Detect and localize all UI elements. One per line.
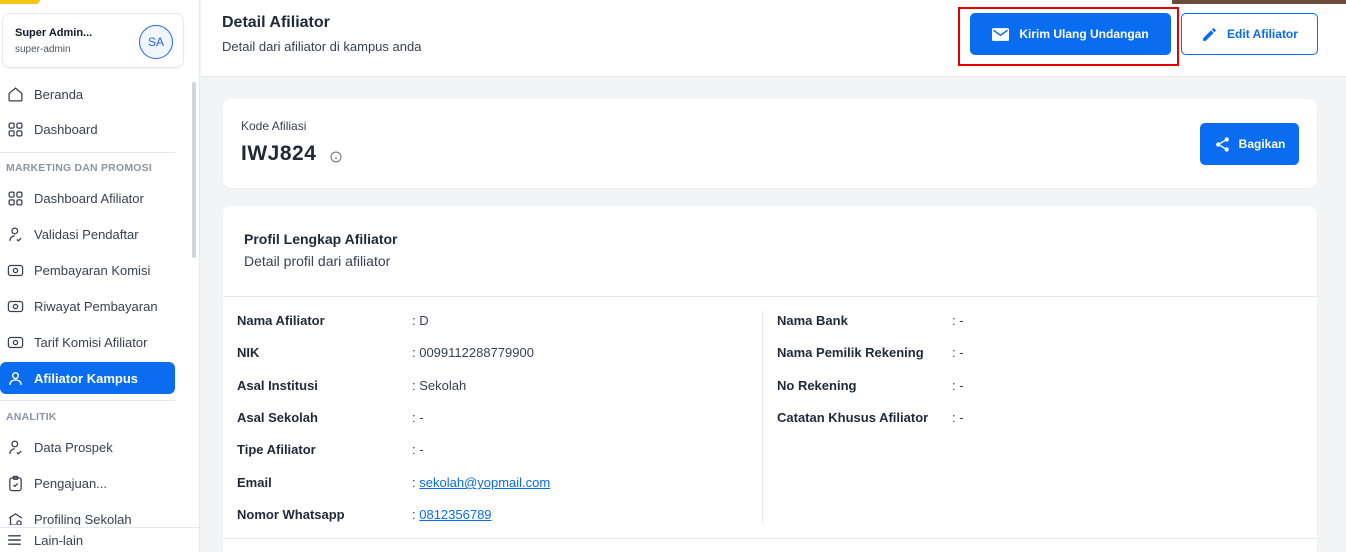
field-value-nama-afiliator: : D xyxy=(412,313,429,328)
info-icon[interactable] xyxy=(330,150,342,168)
field-label-tipe-afiliator: Tipe Afiliator xyxy=(237,442,316,457)
user-check-icon xyxy=(6,225,24,243)
sidebar-nav: Beranda Dashboard MARKETING DAN PROMOSI … xyxy=(0,78,199,525)
section-title-analitik: ANALITIK xyxy=(6,411,57,423)
share-button[interactable]: Bagikan xyxy=(1200,123,1299,165)
affiliate-code-label: Kode Afiliasi xyxy=(241,119,307,133)
field-label-nama-pemilik-rekening: Nama Pemilik Rekening xyxy=(777,345,924,360)
home-icon xyxy=(6,85,24,103)
highlight-box xyxy=(958,7,1179,66)
sidebar-item-label: Dashboard Afiliator xyxy=(34,190,144,206)
menu-icon xyxy=(6,533,24,547)
sidebar-item-dashboard[interactable]: Dashboard xyxy=(0,113,175,145)
field-label-nik: NIK xyxy=(237,345,260,360)
grid-icon xyxy=(6,189,24,207)
field-value-email: : sekolah@yopmail.com xyxy=(412,475,551,490)
sidebar-item-pengajuan[interactable]: Pengajuan... xyxy=(0,467,175,499)
sidebar-item-lain-lain[interactable]: Lain-lain xyxy=(0,527,199,552)
sidebar-item-profiling-sekolah[interactable]: Profiling Sekolah xyxy=(0,503,175,525)
sidebar-item-validasi-pendaftar[interactable]: Validasi Pendaftar xyxy=(0,218,175,250)
user-role: super-admin xyxy=(15,44,71,55)
school-search-icon xyxy=(6,510,24,525)
money-icon xyxy=(6,261,24,279)
sidebar-item-riwayat-pembayaran[interactable]: Riwayat Pembayaran xyxy=(0,290,175,322)
sidebar-item-label: Beranda xyxy=(34,86,84,102)
field-value-nama-pemilik-rekening: : - xyxy=(952,345,964,360)
field-label-nama-afiliator: Nama Afiliator xyxy=(237,313,325,328)
divider xyxy=(0,152,175,153)
field-label-no-rekening: No Rekening xyxy=(777,378,857,393)
sidebar-item-beranda[interactable]: Beranda xyxy=(0,78,175,110)
field-value-no-rekening: : - xyxy=(952,378,964,393)
field-label-nomor-whatsapp: Nomor Whatsapp xyxy=(237,507,345,522)
corner-image xyxy=(1172,0,1346,4)
affiliate-code-card: Kode Afiliasi IWJ824 xyxy=(223,99,1317,188)
sidebar-item-label: Riwayat Pembayaran xyxy=(34,298,158,314)
sidebar-item-label: Tarif Komisi Afiliator xyxy=(34,334,148,350)
pencil-icon xyxy=(1201,26,1218,43)
sidebar-item-label: Pembayaran Komisi xyxy=(34,262,151,278)
sidebar-item-label: Pengajuan... xyxy=(34,475,108,491)
field-label-catatan-khusus: Catatan Khusus Afiliator xyxy=(777,410,929,425)
sidebar-item-label: Data Prospek xyxy=(34,439,113,455)
field-value-catatan-khusus: : - xyxy=(952,410,964,425)
sidebar: Super Admin... super-admin SA Beranda Da… xyxy=(0,0,200,552)
email-link[interactable]: sekolah@yopmail.com xyxy=(419,475,550,490)
user-name: Super Admin... xyxy=(15,27,93,39)
edit-affiliator-label: Edit Afiliator xyxy=(1227,27,1298,41)
sidebar-item-label: Afiliator Kampus xyxy=(34,370,139,386)
profile-card: Profil Lengkap Afiliator Detail profil d… xyxy=(223,206,1317,552)
field-label-email: Email xyxy=(237,475,272,490)
logo xyxy=(0,0,40,4)
divider xyxy=(223,296,1317,297)
column-divider xyxy=(762,311,763,523)
sidebar-scrollbar[interactable] xyxy=(192,82,196,258)
sidebar-item-afiliator-kampus[interactable]: Afiliator Kampus xyxy=(0,362,175,394)
sidebar-item-pembayaran-komisi[interactable]: Pembayaran Komisi xyxy=(0,254,175,286)
sidebar-item-label: Lain-lain xyxy=(34,532,84,548)
affiliate-code-value: IWJ824 xyxy=(241,142,317,165)
sidebar-item-data-prospek[interactable]: Data Prospek xyxy=(0,431,175,463)
sidebar-item-dashboard-afiliator[interactable]: Dashboard Afiliator xyxy=(0,182,175,214)
grid-icon xyxy=(6,120,24,138)
money-icon xyxy=(6,333,24,351)
divider xyxy=(0,400,175,401)
sidebar-item-label: Validasi Pendaftar xyxy=(34,226,139,242)
field-value-nomor-whatsapp: : 0812356789 xyxy=(412,507,492,522)
field-value-nama-bank: : - xyxy=(952,313,964,328)
section-title-marketing: MARKETING DAN PROMOSI xyxy=(6,162,152,174)
sidebar-item-label: Profiling Sekolah xyxy=(34,511,132,526)
field-label-asal-institusi: Asal Institusi xyxy=(237,378,318,393)
profile-title: Profil Lengkap Afiliator xyxy=(244,231,398,247)
profile-subtitle: Detail profil dari afiliator xyxy=(244,253,391,269)
edit-affiliator-button[interactable]: Edit Afiliator xyxy=(1181,13,1318,55)
sidebar-item-label: Dashboard xyxy=(34,121,98,137)
share-icon xyxy=(1214,136,1231,153)
field-value-nik: : 0099112288779900 xyxy=(412,345,534,360)
sidebar-item-tarif-komisi[interactable]: Tarif Komisi Afiliator xyxy=(0,326,175,358)
field-value-tipe-afiliator: : - xyxy=(412,442,424,457)
whatsapp-link[interactable]: 0812356789 xyxy=(419,507,491,522)
clipboard-check-icon xyxy=(6,474,24,492)
share-label: Bagikan xyxy=(1238,137,1286,151)
field-label-nama-bank: Nama Bank xyxy=(777,313,848,328)
field-value-asal-sekolah: : - xyxy=(412,410,424,425)
avatar[interactable]: SA xyxy=(139,25,173,59)
user-card[interactable]: Super Admin... super-admin SA xyxy=(2,13,184,68)
field-value-asal-institusi: : Sekolah xyxy=(412,378,467,393)
money-icon xyxy=(6,297,24,315)
field-label-asal-sekolah: Asal Sekolah xyxy=(237,410,318,425)
page-title: Detail Afiliator xyxy=(222,14,330,31)
page-subtitle: Detail dari afiliator di kampus anda xyxy=(222,39,422,54)
divider xyxy=(223,538,1317,539)
user-check-icon xyxy=(6,438,24,456)
user-icon xyxy=(6,369,24,387)
